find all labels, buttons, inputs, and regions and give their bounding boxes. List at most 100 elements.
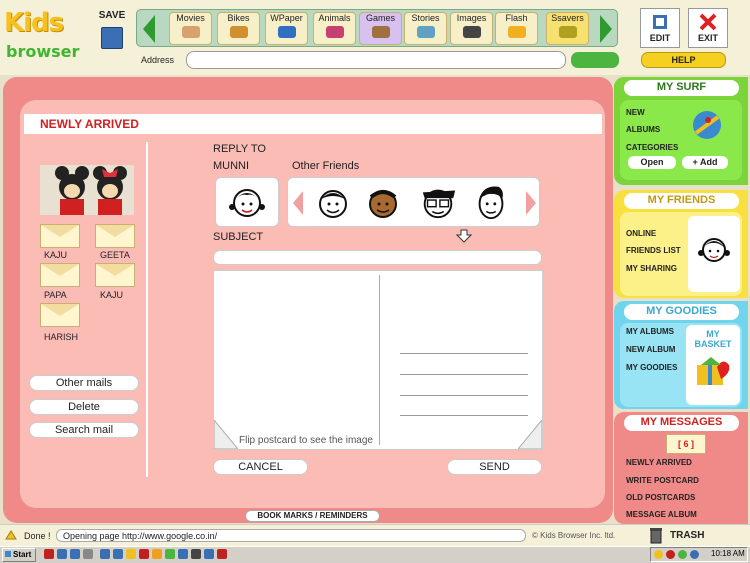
- cancel-button[interactable]: CANCEL: [213, 459, 308, 475]
- basket-label: MY BASKET: [694, 329, 732, 349]
- my-messages-title[interactable]: MY MESSAGES: [624, 415, 739, 431]
- tray-icon[interactable]: [654, 550, 663, 559]
- edit-icon: [653, 15, 667, 29]
- goodies-link-new-album[interactable]: NEW ALBUM: [626, 345, 675, 354]
- taskbar-app-icon[interactable]: [113, 549, 123, 559]
- open-button[interactable]: Open: [628, 156, 676, 169]
- taskbar-app-icon[interactable]: [139, 549, 149, 559]
- goodies-link-albums[interactable]: MY ALBUMS: [626, 327, 674, 336]
- category-games[interactable]: Games: [359, 12, 402, 45]
- surf-link-new[interactable]: NEW: [626, 108, 645, 117]
- subject-label: SUBJECT: [213, 231, 264, 243]
- carousel-right-icon[interactable]: [524, 190, 538, 216]
- taskbar-app-icon[interactable]: [57, 549, 67, 559]
- contact-label: GEETA: [100, 250, 130, 260]
- arrow-down-icon[interactable]: [456, 229, 472, 243]
- taskbar-app-icon[interactable]: [100, 549, 110, 559]
- bookmarks-reminders-button[interactable]: BOOK MARKS / REMINDERS: [245, 510, 380, 522]
- other-mails-button[interactable]: Other mails: [29, 375, 139, 391]
- envelope-icon[interactable]: [95, 224, 135, 248]
- trash-icon[interactable]: [648, 526, 664, 544]
- save-button[interactable]: SAVE: [92, 10, 132, 60]
- trash-label[interactable]: TRASH: [670, 530, 704, 541]
- taskbar-app-icon[interactable]: [44, 549, 54, 559]
- taskbar-app-icon[interactable]: [83, 549, 93, 559]
- recipient-label: MUNNI: [213, 160, 250, 172]
- friend-face-icon[interactable]: [473, 181, 509, 221]
- taskbar-app-icon[interactable]: [178, 549, 188, 559]
- category-stories[interactable]: Stories: [404, 12, 447, 45]
- contact-label: KAJU: [44, 250, 68, 260]
- category-ssavers[interactable]: Ssavers: [546, 12, 589, 45]
- friend-face-icon[interactable]: [365, 183, 401, 223]
- address-line: [400, 353, 528, 354]
- friend-face-icon[interactable]: [416, 181, 460, 221]
- taskbar-app-icon[interactable]: [204, 549, 214, 559]
- tray-icon[interactable]: [690, 550, 699, 559]
- status-message: Opening page http://www.google.co.in/: [56, 529, 526, 542]
- send-button[interactable]: SEND: [447, 459, 542, 475]
- add-button[interactable]: + Add: [682, 156, 728, 169]
- recipient-avatar[interactable]: [215, 177, 279, 227]
- friends-link-sharing[interactable]: MY SHARING: [626, 264, 677, 273]
- friends-link-online[interactable]: ONLINE: [626, 229, 656, 238]
- envelope-icon[interactable]: [40, 303, 80, 327]
- system-tray: 10:18 AM: [650, 547, 748, 562]
- messages-link-write-postcard[interactable]: WRITE POSTCARD: [626, 476, 699, 485]
- tray-icon[interactable]: [678, 550, 687, 559]
- friend-face-icon[interactable]: [315, 183, 351, 223]
- windows-logo-icon: [5, 551, 11, 557]
- search-mail-button[interactable]: Search mail: [29, 422, 139, 438]
- exit-button[interactable]: EXIT: [688, 8, 728, 48]
- postcard[interactable]: [213, 270, 543, 450]
- address-input[interactable]: [186, 51, 566, 69]
- contact-label: PAPA: [44, 290, 67, 300]
- page-corner-icon[interactable]: [214, 420, 238, 449]
- girl-face-icon: [229, 189, 265, 217]
- profile-photo: [40, 165, 134, 215]
- reply-to-label: REPLY TO: [213, 143, 266, 155]
- page-corner-icon[interactable]: [518, 420, 542, 449]
- messages-link-message-album[interactable]: MESSAGE ALBUM: [626, 510, 697, 519]
- category-images[interactable]: Images: [450, 12, 493, 45]
- taskbar-app-icon[interactable]: [70, 549, 80, 559]
- message-count-badge: [ 6 ]: [666, 434, 706, 454]
- taskbar-app-icon[interactable]: [126, 549, 136, 559]
- my-goodies-title[interactable]: MY GOODIES: [624, 304, 739, 320]
- other-friends-label: Other Friends: [292, 160, 360, 172]
- go-button[interactable]: [571, 52, 619, 68]
- help-button[interactable]: HELP: [641, 52, 726, 68]
- category-flash[interactable]: Flash: [495, 12, 538, 45]
- category-movies[interactable]: Movies: [169, 12, 212, 45]
- taskbar-app-icon[interactable]: [152, 549, 162, 559]
- category-bikes[interactable]: Bikes: [217, 12, 260, 45]
- start-button[interactable]: Start: [2, 548, 36, 562]
- messages-link-newly-arrived[interactable]: NEWLY ARRIVED: [626, 458, 692, 467]
- my-messages-panel: MY MESSAGES [ 6 ] NEWLY ARRIVED WRITE PO…: [614, 412, 748, 524]
- scroll-right-icon[interactable]: [598, 12, 614, 46]
- taskbar-app-icon[interactable]: [191, 549, 201, 559]
- surf-link-categories[interactable]: CATEGORIES: [626, 143, 678, 152]
- taskbar-app-icon[interactable]: [165, 549, 175, 559]
- my-friends-title[interactable]: MY FRIENDS: [624, 193, 739, 209]
- address-label: Address: [141, 55, 175, 65]
- taskbar-app-icon[interactable]: [217, 549, 227, 559]
- envelope-icon[interactable]: [40, 224, 80, 248]
- scroll-left-icon[interactable]: [141, 12, 157, 46]
- goodies-link-goodies[interactable]: MY GOODIES: [626, 363, 677, 372]
- tray-icon[interactable]: [666, 550, 675, 559]
- category-animals[interactable]: Animals: [313, 12, 356, 45]
- my-basket[interactable]: MY BASKET: [686, 325, 740, 405]
- messages-link-old-postcards[interactable]: OLD POSTCARDS: [626, 493, 695, 502]
- friends-link-list[interactable]: FRIENDS LIST: [626, 246, 681, 255]
- envelope-icon[interactable]: [95, 263, 135, 287]
- my-surf-title[interactable]: MY SURF: [624, 80, 739, 96]
- subject-input[interactable]: [213, 250, 542, 265]
- close-icon: [699, 13, 717, 31]
- category-wpaper[interactable]: WPaper: [265, 12, 308, 45]
- edit-button[interactable]: EDIT: [640, 8, 680, 48]
- delete-button[interactable]: Delete: [29, 399, 139, 415]
- surf-link-albums[interactable]: ALBUMS: [626, 125, 660, 134]
- envelope-icon[interactable]: [40, 263, 80, 287]
- carousel-left-icon[interactable]: [291, 190, 305, 216]
